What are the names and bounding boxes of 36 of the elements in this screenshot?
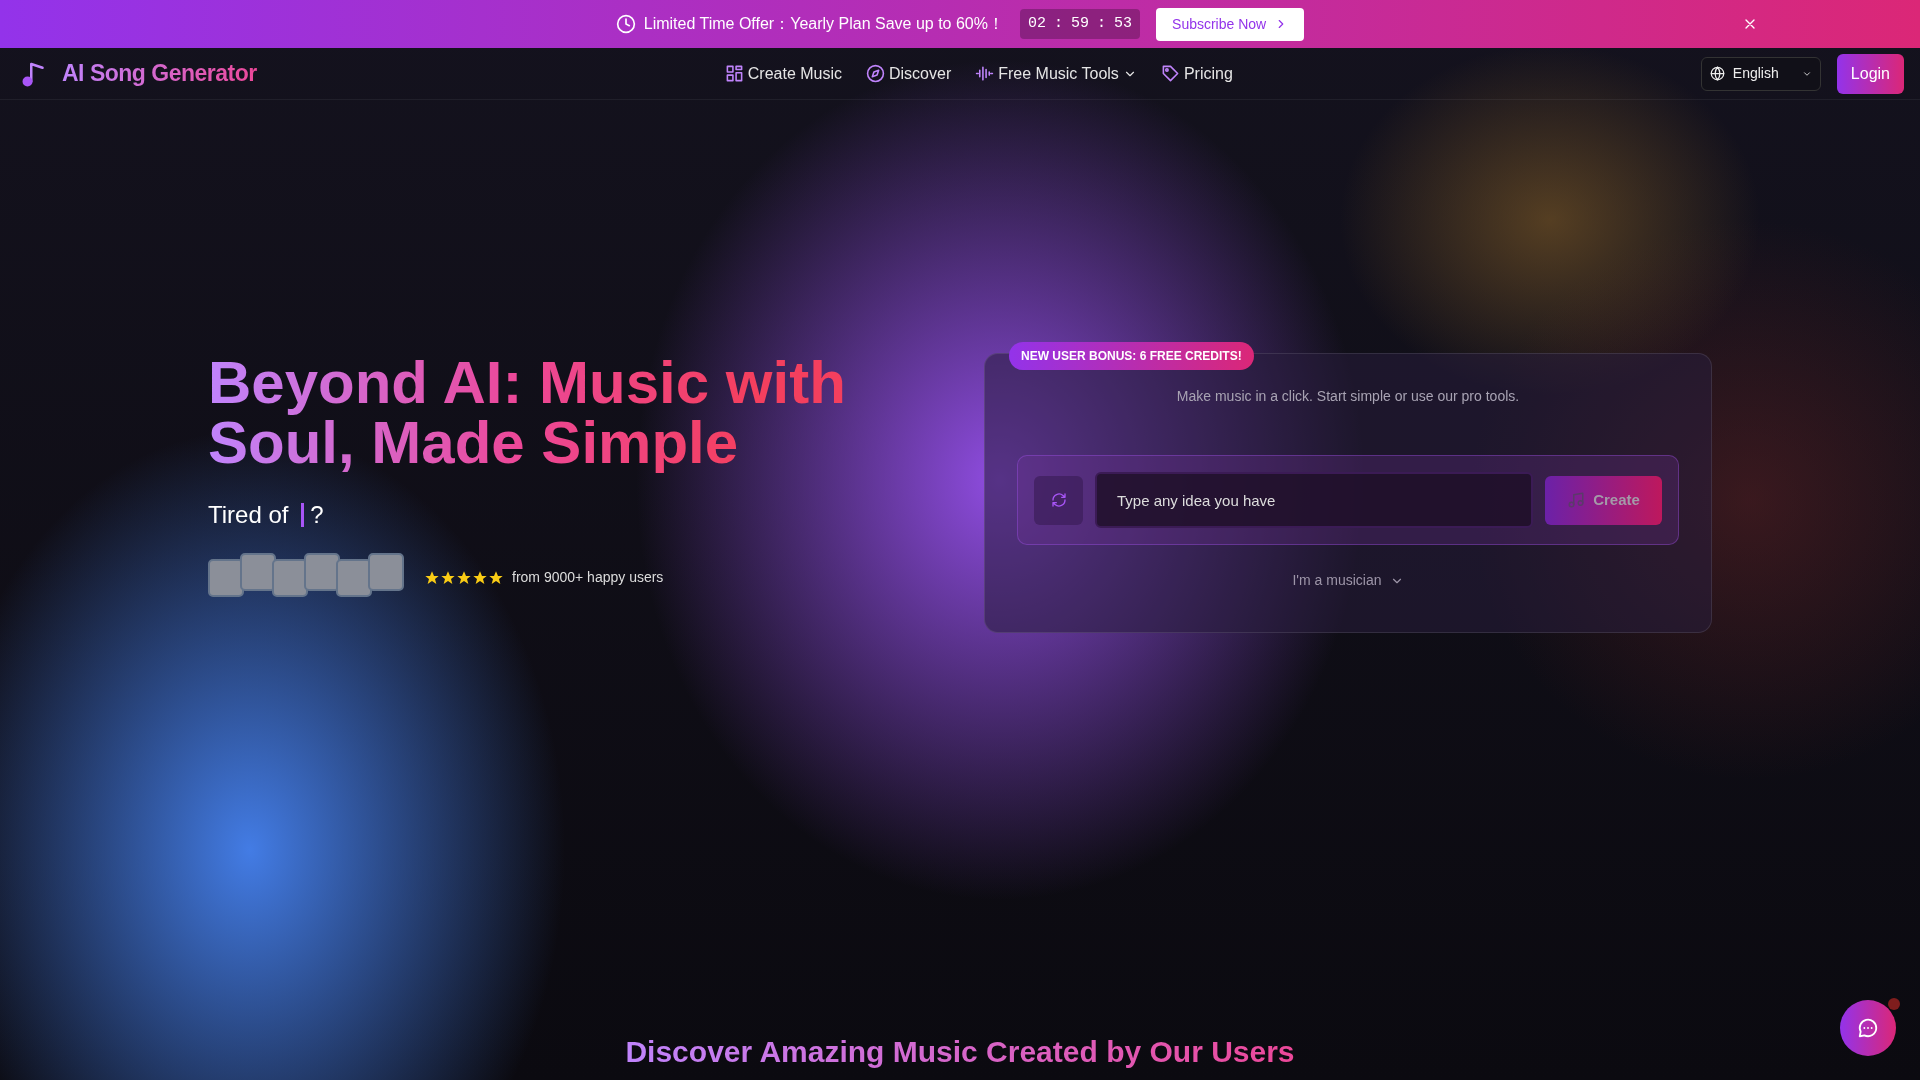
- card-description: Make music in a click. Start simple or use our pro tools.: [1175, 387, 1521, 406]
- language-select[interactable]: English: [1700, 56, 1821, 91]
- countdown-digits: 59: [1071, 13, 1089, 34]
- chat-button[interactable]: [1840, 1000, 1896, 1056]
- login-button[interactable]: Login: [1836, 53, 1904, 94]
- nav-link[interactable]: Create Music: [724, 61, 842, 86]
- clock-icon: [615, 14, 636, 34]
- avatar-photo-placeholder: [368, 553, 404, 591]
- grid-icon: [724, 64, 744, 83]
- globe-icon: [1709, 66, 1725, 81]
- nav-link[interactable]: Discover: [866, 61, 952, 86]
- music-note-icon: [1567, 491, 1586, 509]
- compass-icon: [866, 64, 885, 83]
- tag-icon: [1160, 64, 1180, 83]
- nav-link[interactable]: Free Music Tools: [975, 61, 1137, 86]
- avatar-photo-placeholder: [240, 553, 276, 591]
- promo-text: Limited Time Offer：Yearly Plan Save up to 60%！: [643, 14, 1004, 34]
- idea-input-field[interactable]: Type any idea you have: [1095, 472, 1533, 528]
- countdown-separator: :: [1054, 13, 1063, 34]
- subscribe-button[interactable]: Subscribe Now: [1156, 7, 1305, 41]
- avatar-photo-placeholder: [304, 553, 340, 591]
- nav-link[interactable]: Pricing: [1160, 61, 1233, 86]
- hero-subtitle: Tired of ?: [208, 500, 325, 530]
- avatar-photo-placeholder: [336, 559, 372, 597]
- social-proof-text: from 9000+ happy users: [512, 567, 664, 587]
- avatar-photo-placeholder: [208, 559, 244, 597]
- avatar-photo-placeholder: [272, 559, 308, 597]
- countdown-digits: 02: [1027, 13, 1046, 34]
- waveform-icon: [975, 64, 995, 83]
- bonus-badge: NEW USER BONUS: 6 FREE CREDITS!: [1009, 342, 1254, 370]
- typing-cursor: [301, 503, 305, 527]
- countdown-separator: :: [1097, 13, 1107, 34]
- musician-mode-toggle[interactable]: I'm a musician: [1286, 569, 1410, 592]
- chat-bubble-icon: [1857, 1017, 1879, 1039]
- countdown-digits: 53: [1114, 13, 1133, 34]
- refresh-icon: [1050, 492, 1067, 508]
